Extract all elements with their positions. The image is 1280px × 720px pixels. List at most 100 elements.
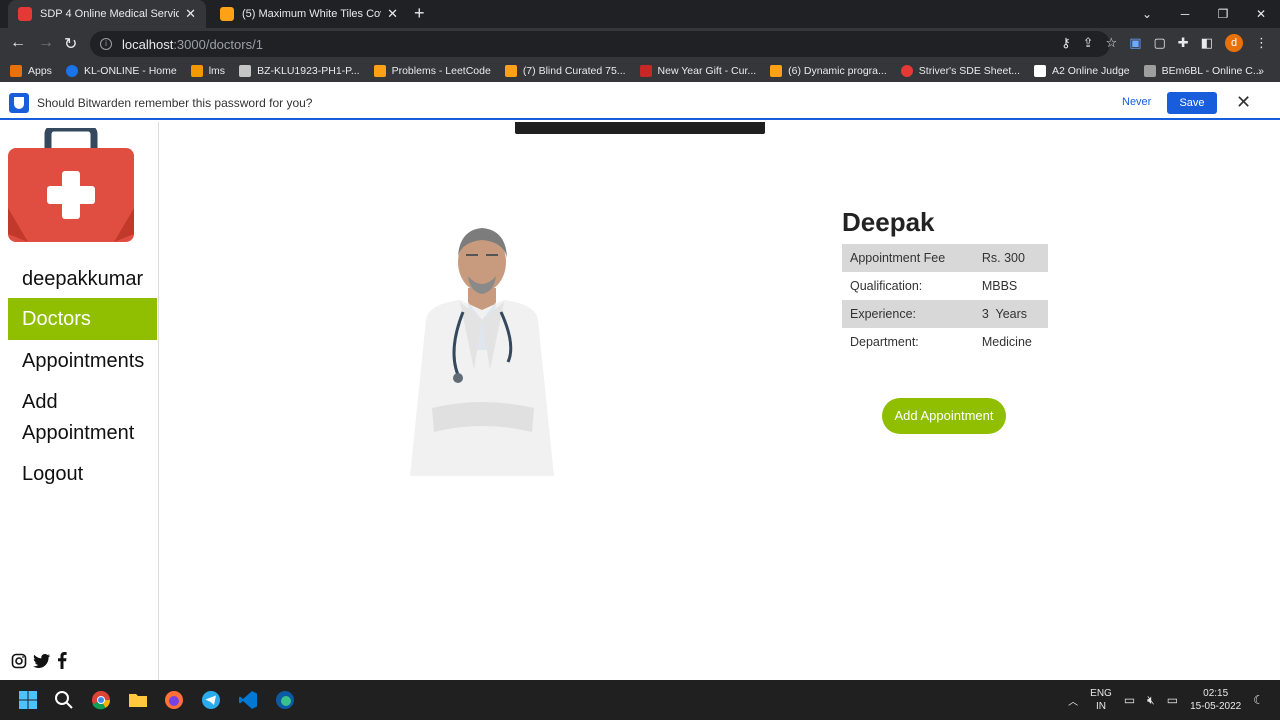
language-indicator[interactable]: ENG IN xyxy=(1090,687,1112,713)
maximize-icon[interactable]: ❐ xyxy=(1204,0,1242,28)
file-explorer-icon[interactable] xyxy=(128,690,148,710)
forward-icon[interactable]: → xyxy=(38,34,54,52)
share-icon[interactable]: ⇪ xyxy=(1083,35,1094,51)
new-tab-button[interactable]: + xyxy=(414,3,425,24)
save-button[interactable]: Save xyxy=(1167,92,1217,114)
chrome-icon[interactable] xyxy=(91,690,111,710)
leetcode-icon xyxy=(373,65,386,77)
add-appointment-button[interactable]: Add Appointment xyxy=(882,398,1006,434)
fee-value: Rs. 300 xyxy=(973,244,1048,272)
puzzle-icon[interactable]: ✚ xyxy=(1178,35,1189,51)
sidebar: deepakkumar Doctors Appointments Add App… xyxy=(0,122,159,680)
tab-title: (5) Maximum White Tiles Covere xyxy=(242,8,381,20)
address-bar[interactable]: i localhost:3000/doctors/1 xyxy=(90,31,1110,57)
tab-leetcode[interactable]: (5) Maximum White Tiles Covere ✕ xyxy=(210,0,408,28)
bookmark-apps[interactable]: Apps xyxy=(10,65,52,77)
doctor-detail-page: Deepak Appointment Fee Rs. 300 Qualifica… xyxy=(160,122,1280,680)
toolbar-icons: ⚷ ⇪ ☆ ▣ ▢ ✚ ◧ d ⋮ xyxy=(1061,34,1268,52)
extension-b-icon[interactable]: ▢ xyxy=(1154,35,1166,51)
bookmark-striver-sde[interactable]: Striver's SDE Sheet... xyxy=(900,65,1020,77)
sidebar-item-add-appointment-line2[interactable]: Appointment xyxy=(8,422,157,445)
bookmark-leetcode-problems[interactable]: Problems - LeetCode xyxy=(373,65,491,77)
a2-icon xyxy=(1034,65,1046,77)
sidebar-item-appointments[interactable]: Appointments xyxy=(8,350,157,373)
doctor-photo xyxy=(410,228,554,476)
experience-label: Experience: xyxy=(842,300,974,328)
firefox-icon[interactable] xyxy=(164,690,184,710)
network-icon[interactable]: ▭ xyxy=(1124,693,1135,707)
facebook-icon[interactable] xyxy=(57,652,67,669)
bookmark-bem6bl[interactable]: BEm6BL - Online C... xyxy=(1143,65,1262,77)
close-icon[interactable]: ✕ xyxy=(1236,92,1251,113)
bookmark-bz-klu[interactable]: BZ-KLU1923-PH1-P... xyxy=(239,65,360,77)
windows-start-icon[interactable] xyxy=(18,690,38,710)
bookmark-blind-75[interactable]: (7) Blind Curated 75... xyxy=(504,65,626,77)
sidebar-item-doctors[interactable]: Doctors xyxy=(8,298,157,340)
bookmarks-overflow-icon[interactable]: » xyxy=(1258,65,1264,77)
tab-title: SDP 4 Online Medical Service xyxy=(40,8,180,20)
browser-toolbar: ← → ↻ i localhost:3000/doctors/1 ⚷ ⇪ ☆ ▣… xyxy=(0,28,1280,60)
search-icon[interactable] xyxy=(54,690,74,710)
bookmark-star-icon[interactable]: ☆ xyxy=(1106,35,1118,51)
profile-avatar[interactable]: d xyxy=(1225,34,1243,52)
medical-favicon-icon xyxy=(18,7,32,21)
department-label: Department: xyxy=(850,335,919,349)
experience-value: 3 Years xyxy=(973,300,1048,328)
back-icon[interactable]: ← xyxy=(10,34,26,52)
bookmark-a2-online-judge[interactable]: A2 Online Judge xyxy=(1034,65,1130,77)
menu-icon[interactable]: ⋮ xyxy=(1255,35,1268,51)
volume-muted-icon[interactable]: 🔇︎ xyxy=(1147,693,1155,708)
url-path: :3000/doctors/1 xyxy=(173,36,263,52)
doctor-info-table: Appointment Fee Rs. 300 Qualification: M… xyxy=(842,244,1048,356)
telegram-icon[interactable] xyxy=(201,690,221,710)
minimize-icon[interactable]: ─ xyxy=(1166,0,1204,28)
window-controls: ⌄ ─ ❐ ✕ xyxy=(1128,0,1280,28)
tab-search-icon[interactable]: ⌄ xyxy=(1128,0,1166,28)
notification-icon[interactable]: ☾ xyxy=(1253,693,1264,707)
close-window-icon[interactable]: ✕ xyxy=(1242,0,1280,28)
never-button[interactable]: Never xyxy=(1122,96,1151,108)
bookmark-lms[interactable]: lms xyxy=(190,65,225,77)
key-icon[interactable]: ⚷ xyxy=(1061,35,1071,51)
reload-icon[interactable]: ↻ xyxy=(64,34,77,54)
twitter-icon[interactable] xyxy=(33,653,51,669)
qualification-value: MBBS xyxy=(981,279,1018,293)
vscode-icon[interactable] xyxy=(238,690,258,710)
sidebar-username: deepakkumar xyxy=(22,268,144,290)
table-row: Appointment Fee Rs. 300 xyxy=(842,244,1048,272)
instagram-icon[interactable] xyxy=(11,653,27,669)
striver-icon xyxy=(900,65,913,77)
edge-icon[interactable] xyxy=(275,690,295,710)
spoj-icon xyxy=(1143,65,1156,77)
browser-tab-bar: SDP 4 Online Medical Service ✕ (5) Maxim… xyxy=(0,0,1280,28)
tab-close-icon[interactable]: ✕ xyxy=(185,6,196,22)
tab-sdp-medical[interactable]: SDP 4 Online Medical Service ✕ xyxy=(8,0,206,28)
sidebar-item-add-appointment-line1[interactable]: Add xyxy=(8,391,157,414)
site-info-icon[interactable]: i xyxy=(100,38,112,50)
apps-grid-icon xyxy=(10,65,22,77)
sidebar-item-logout[interactable]: Logout xyxy=(8,463,157,486)
tray-overflow-icon[interactable]: ︿ xyxy=(1068,693,1078,708)
lms-icon xyxy=(190,65,203,77)
bookmark-new-year-gift[interactable]: New Year Gift - Cur... xyxy=(639,65,756,77)
bookmark-kl-online[interactable]: KL-ONLINE - Home xyxy=(65,65,177,77)
gift-icon xyxy=(639,65,652,77)
bitwarden-message: Should Bitwarden remember this password … xyxy=(37,96,313,110)
leetcode-icon xyxy=(504,65,517,77)
table-row: Experience: 3 Years xyxy=(842,300,1048,328)
windows-taskbar: ︿ ENG IN ▭ 🔇︎ ▭ 02:15 15-05-2022 ☾ xyxy=(0,680,1280,720)
kl-online-icon xyxy=(65,65,78,77)
bz-klu-icon xyxy=(239,65,252,77)
bookmarks-bar: Apps KL-ONLINE - Home lms BZ-KLU1923-PH1… xyxy=(0,60,1280,82)
battery-icon[interactable]: ▭ xyxy=(1167,693,1178,707)
toast-bar xyxy=(515,122,765,134)
doctor-name: Deepak xyxy=(842,207,935,237)
tab-close-icon[interactable]: ✕ xyxy=(387,6,398,22)
sidepanel-icon[interactable]: ◧ xyxy=(1201,35,1213,51)
clock[interactable]: 02:15 15-05-2022 xyxy=(1190,687,1241,713)
bookmark-dynamic-programming[interactable]: (6) Dynamic progra... xyxy=(770,65,887,77)
bitwarden-extension-icon[interactable]: ▣ xyxy=(1129,35,1141,51)
url-host: localhost xyxy=(122,36,174,52)
fee-label: Appointment Fee xyxy=(842,244,974,272)
qualification-label: Qualification: xyxy=(850,279,923,293)
